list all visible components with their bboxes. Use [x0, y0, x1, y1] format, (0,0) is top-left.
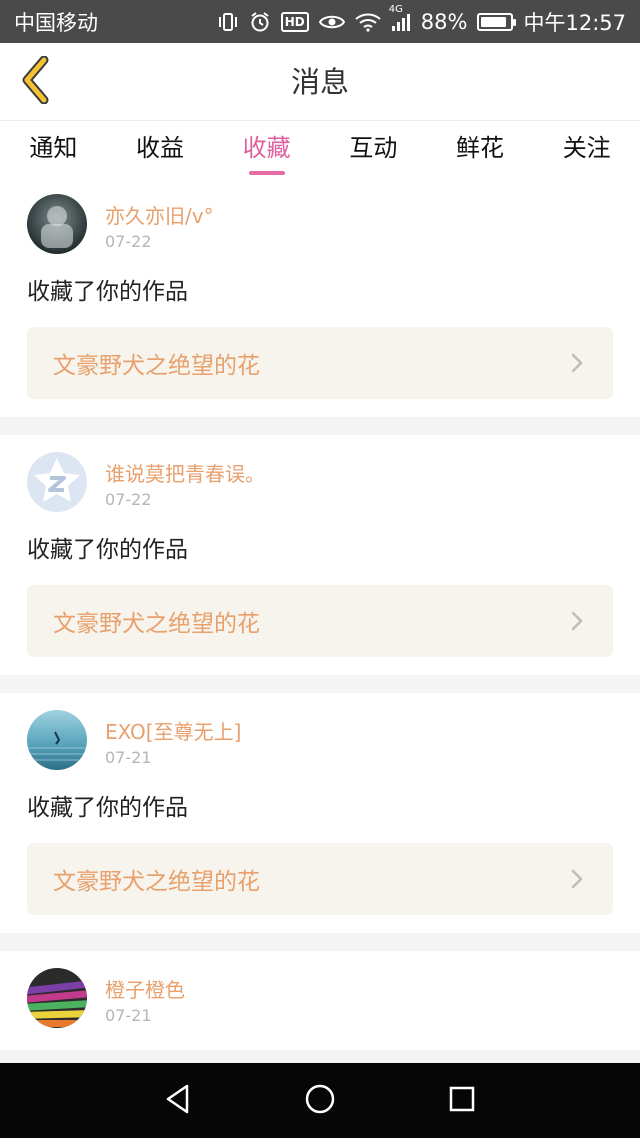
avatar[interactable] — [27, 452, 87, 512]
work-link[interactable]: 文豪野犬之绝望的花 — [27, 327, 613, 399]
message-header: 橙子橙色 07-21 — [27, 968, 613, 1032]
message-date: 07-22 — [105, 490, 152, 509]
hd-icon: HD — [280, 11, 309, 32]
battery-fill — [481, 16, 507, 27]
message-date: 07-21 — [105, 748, 152, 767]
message-card: 橙子橙色 07-21 — [0, 951, 640, 1050]
avatar[interactable] — [27, 710, 87, 770]
message-header: 谁说莫把青春误。 07-22 — [27, 452, 613, 516]
tab-flowers[interactable]: 鲜花 — [427, 121, 534, 177]
network-type: 4G — [388, 3, 403, 15]
home-circle-icon — [304, 1083, 336, 1119]
message-card: EXO[至尊无上] 07-21 收藏了你的作品 文豪野犬之绝望的花 — [0, 693, 640, 933]
active-tab-indicator — [248, 171, 285, 175]
status-icons: HD 4G 88% 中午12:57 — [217, 4, 626, 37]
message-date: 07-21 — [105, 1006, 152, 1025]
avatar[interactable] — [27, 194, 87, 254]
nav-home-button[interactable] — [249, 1063, 391, 1138]
page-title: 消息 — [290, 65, 349, 99]
tab-label: 互动 — [349, 134, 398, 162]
recents-square-icon — [448, 1085, 476, 1117]
username[interactable]: EXO[至尊无上] — [105, 716, 241, 745]
alarm-icon — [249, 11, 271, 33]
battery-percent: 88% — [420, 9, 468, 34]
battery-icon — [477, 12, 517, 31]
avatar[interactable] — [27, 968, 87, 1028]
tab-bar: 通知 收益 收藏 互动 鲜花 关注 — [0, 121, 640, 177]
tab-earnings[interactable]: 收益 — [107, 121, 214, 177]
action-text: 收藏了你的作品 — [27, 795, 188, 821]
tab-favorites[interactable]: 收藏 — [213, 121, 320, 177]
message-card: 亦久亦旧/v° 07-22 收藏了你的作品 文豪野犬之绝望的花 — [0, 177, 640, 417]
message-date: 07-22 — [105, 232, 152, 251]
status-bar: 中国移动 HD 4G 88% 中午12:57 — [0, 0, 640, 43]
clock: 中午12:57 — [523, 10, 626, 35]
nav-back-button[interactable] — [107, 1063, 249, 1138]
tab-follows[interactable]: 关注 — [533, 121, 640, 177]
message-header: EXO[至尊无上] 07-21 — [27, 710, 613, 774]
vibrate-icon — [217, 12, 239, 32]
wifi-icon — [355, 12, 381, 32]
chevron-right-icon — [567, 353, 587, 373]
signal-icon: 4G — [389, 4, 411, 32]
username[interactable]: 橙子橙色 — [105, 974, 185, 1003]
tab-label: 鲜花 — [456, 134, 505, 162]
work-title: 文豪野犬之绝望的花 — [53, 353, 260, 379]
tab-label: 关注 — [562, 134, 611, 162]
work-title: 文豪野犬之绝望的花 — [53, 869, 260, 895]
username[interactable]: 亦久亦旧/v° — [105, 200, 214, 229]
message-header: 亦久亦旧/v° 07-22 — [27, 194, 613, 258]
work-title: 文豪野犬之绝望的花 — [53, 611, 260, 637]
system-nav-bar — [0, 1063, 640, 1138]
username[interactable]: 谁说莫把青春误。 — [105, 458, 265, 487]
header-bar: 消息 — [0, 43, 640, 121]
carrier-name: 中国移动 — [14, 10, 98, 35]
tab-label: 收益 — [136, 134, 184, 162]
message-list[interactable]: 亦久亦旧/v° 07-22 收藏了你的作品 文豪野犬之绝望的花 谁说莫把青春误。… — [0, 177, 640, 1063]
tab-label: 通知 — [29, 134, 78, 162]
tab-notifications[interactable]: 通知 — [0, 121, 107, 177]
action-text: 收藏了你的作品 — [27, 279, 188, 305]
chevron-right-icon — [567, 869, 587, 889]
tab-label: 收藏 — [242, 134, 291, 162]
work-link[interactable]: 文豪野犬之绝望的花 — [27, 585, 613, 657]
nav-recents-button[interactable] — [391, 1063, 533, 1138]
eye-icon — [318, 13, 345, 31]
work-link[interactable]: 文豪野犬之绝望的花 — [27, 843, 613, 915]
back-triangle-icon — [163, 1083, 193, 1119]
chevron-right-icon — [567, 611, 587, 631]
message-card: 谁说莫把青春误。 07-22 收藏了你的作品 文豪野犬之绝望的花 — [0, 435, 640, 675]
action-text: 收藏了你的作品 — [27, 537, 188, 563]
tab-interactions[interactable]: 互动 — [320, 121, 427, 177]
